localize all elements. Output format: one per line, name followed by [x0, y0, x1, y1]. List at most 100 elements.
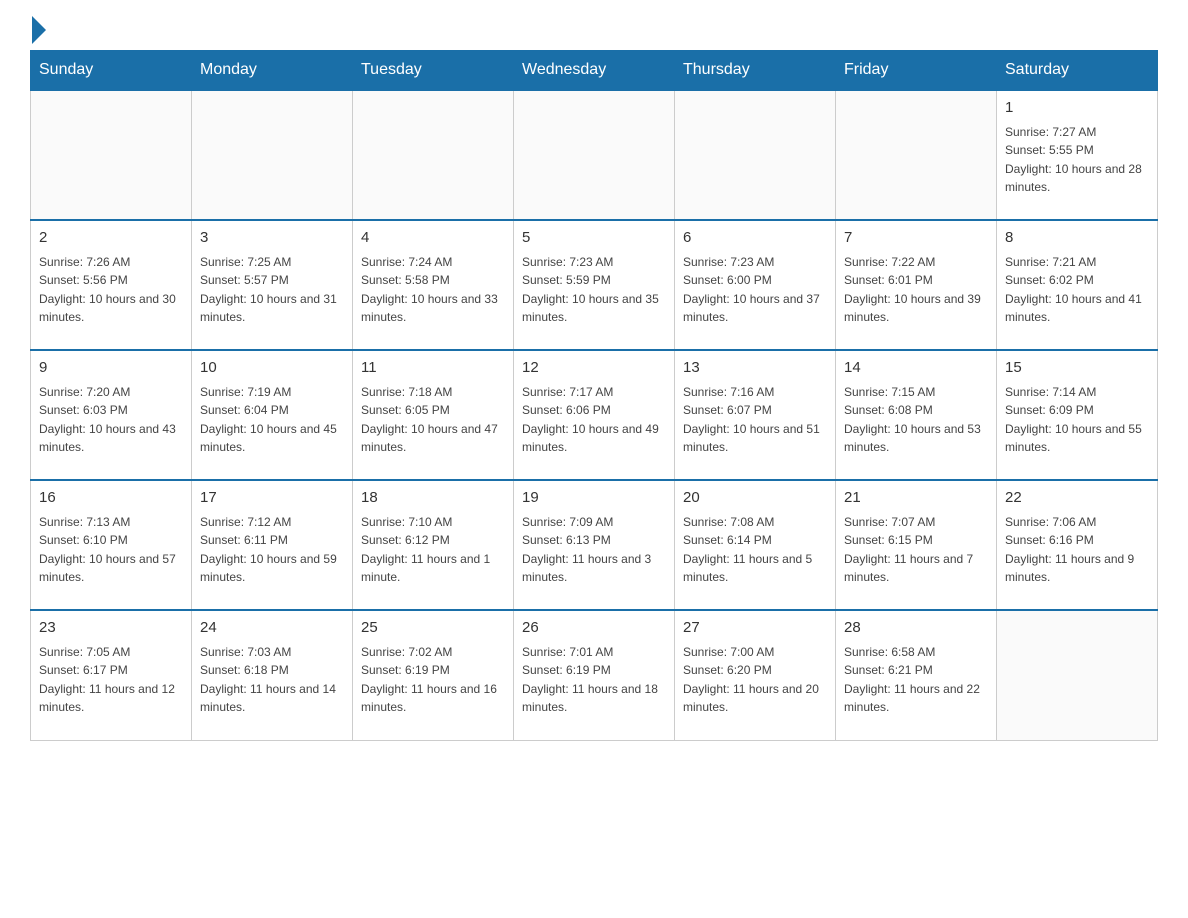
day-info: Sunrise: 7:13 AM Sunset: 6:10 PM Dayligh…: [39, 513, 183, 587]
calendar-cell: 22 Sunrise: 7:06 AM Sunset: 6:16 PM Dayli…: [997, 480, 1158, 610]
day-number: 11: [361, 357, 505, 380]
day-number: 22: [1005, 487, 1149, 510]
day-number: 28: [844, 617, 988, 640]
day-info: Sunrise: 7:20 AM Sunset: 6:03 PM Dayligh…: [39, 383, 183, 457]
day-info: Sunrise: 7:23 AM Sunset: 6:00 PM Dayligh…: [683, 253, 827, 327]
calendar-cell: 27 Sunrise: 7:00 AM Sunset: 6:20 PM Dayli…: [675, 610, 836, 740]
calendar-cell: [31, 90, 192, 220]
calendar-cell: 23 Sunrise: 7:05 AM Sunset: 6:17 PM Dayli…: [31, 610, 192, 740]
day-number: 13: [683, 357, 827, 380]
calendar-week-3: 9 Sunrise: 7:20 AM Sunset: 6:03 PM Daylig…: [31, 350, 1158, 480]
day-info: Sunrise: 7:07 AM Sunset: 6:15 PM Dayligh…: [844, 513, 988, 587]
day-info: Sunrise: 7:17 AM Sunset: 6:06 PM Dayligh…: [522, 383, 666, 457]
calendar-cell: [353, 90, 514, 220]
day-number: 20: [683, 487, 827, 510]
calendar-cell: 6 Sunrise: 7:23 AM Sunset: 6:00 PM Daylig…: [675, 220, 836, 350]
calendar-week-1: 1 Sunrise: 7:27 AM Sunset: 5:55 PM Daylig…: [31, 90, 1158, 220]
day-number: 9: [39, 357, 183, 380]
day-info: Sunrise: 7:21 AM Sunset: 6:02 PM Dayligh…: [1005, 253, 1149, 327]
calendar-week-2: 2 Sunrise: 7:26 AM Sunset: 5:56 PM Daylig…: [31, 220, 1158, 350]
header-monday: Monday: [192, 51, 353, 91]
header-tuesday: Tuesday: [353, 51, 514, 91]
day-number: 3: [200, 227, 344, 250]
day-number: 17: [200, 487, 344, 510]
calendar-cell: 28 Sunrise: 6:58 AM Sunset: 6:21 PM Dayli…: [836, 610, 997, 740]
day-info: Sunrise: 7:02 AM Sunset: 6:19 PM Dayligh…: [361, 643, 505, 717]
day-info: Sunrise: 7:05 AM Sunset: 6:17 PM Dayligh…: [39, 643, 183, 717]
calendar-cell: 15 Sunrise: 7:14 AM Sunset: 6:09 PM Dayli…: [997, 350, 1158, 480]
day-number: 14: [844, 357, 988, 380]
day-number: 5: [522, 227, 666, 250]
calendar-cell: 25 Sunrise: 7:02 AM Sunset: 6:19 PM Dayli…: [353, 610, 514, 740]
day-info: Sunrise: 6:58 AM Sunset: 6:21 PM Dayligh…: [844, 643, 988, 717]
calendar-cell: 3Sunrise: 7:25 AM Sunset: 5:57 PM Daylig…: [192, 220, 353, 350]
day-number: 25: [361, 617, 505, 640]
day-info: Sunrise: 7:24 AM Sunset: 5:58 PM Dayligh…: [361, 253, 505, 327]
day-number: 26: [522, 617, 666, 640]
day-info: Sunrise: 7:23 AM Sunset: 5:59 PM Dayligh…: [522, 253, 666, 327]
day-info: Sunrise: 7:06 AM Sunset: 6:16 PM Dayligh…: [1005, 513, 1149, 587]
day-number: 23: [39, 617, 183, 640]
day-info: Sunrise: 7:22 AM Sunset: 6:01 PM Dayligh…: [844, 253, 988, 327]
day-info: Sunrise: 7:08 AM Sunset: 6:14 PM Dayligh…: [683, 513, 827, 587]
calendar-cell: 7 Sunrise: 7:22 AM Sunset: 6:01 PM Daylig…: [836, 220, 997, 350]
calendar-cell: 1 Sunrise: 7:27 AM Sunset: 5:55 PM Daylig…: [997, 90, 1158, 220]
calendar-cell: [836, 90, 997, 220]
header-thursday: Thursday: [675, 51, 836, 91]
calendar-cell: 17 Sunrise: 7:12 AM Sunset: 6:11 PM Dayli…: [192, 480, 353, 610]
calendar-table: SundayMondayTuesdayWednesdayThursdayFrid…: [30, 50, 1158, 741]
calendar-cell: 4 Sunrise: 7:24 AM Sunset: 5:58 PM Daylig…: [353, 220, 514, 350]
day-info: Sunrise: 7:01 AM Sunset: 6:19 PM Dayligh…: [522, 643, 666, 717]
calendar-cell: 8Sunrise: 7:21 AM Sunset: 6:02 PM Daylig…: [997, 220, 1158, 350]
page-header: [30, 20, 1158, 40]
day-info: Sunrise: 7:27 AM Sunset: 5:55 PM Dayligh…: [1005, 123, 1149, 197]
calendar-cell: 14 Sunrise: 7:15 AM Sunset: 6:08 PM Dayli…: [836, 350, 997, 480]
day-number: 1: [1005, 97, 1149, 120]
calendar-cell: [514, 90, 675, 220]
calendar-week-5: 23 Sunrise: 7:05 AM Sunset: 6:17 PM Dayli…: [31, 610, 1158, 740]
day-info: Sunrise: 7:10 AM Sunset: 6:12 PM Dayligh…: [361, 513, 505, 587]
day-number: 6: [683, 227, 827, 250]
logo-arrow-icon: [32, 16, 46, 44]
day-info: Sunrise: 7:00 AM Sunset: 6:20 PM Dayligh…: [683, 643, 827, 717]
logo: [30, 20, 46, 40]
header-saturday: Saturday: [997, 51, 1158, 91]
day-number: 2: [39, 227, 183, 250]
calendar-cell: 24 Sunrise: 7:03 AM Sunset: 6:18 PM Dayli…: [192, 610, 353, 740]
header-wednesday: Wednesday: [514, 51, 675, 91]
calendar-cell: 2 Sunrise: 7:26 AM Sunset: 5:56 PM Daylig…: [31, 220, 192, 350]
calendar-cell: 11 Sunrise: 7:18 AM Sunset: 6:05 PM Dayli…: [353, 350, 514, 480]
day-number: 7: [844, 227, 988, 250]
day-number: 19: [522, 487, 666, 510]
calendar-cell: 9 Sunrise: 7:20 AM Sunset: 6:03 PM Daylig…: [31, 350, 192, 480]
day-number: 24: [200, 617, 344, 640]
calendar-cell: 26 Sunrise: 7:01 AM Sunset: 6:19 PM Dayli…: [514, 610, 675, 740]
day-info: Sunrise: 7:03 AM Sunset: 6:18 PM Dayligh…: [200, 643, 344, 717]
day-info: Sunrise: 7:18 AM Sunset: 6:05 PM Dayligh…: [361, 383, 505, 457]
day-number: 12: [522, 357, 666, 380]
day-number: 16: [39, 487, 183, 510]
calendar-cell: 19 Sunrise: 7:09 AM Sunset: 6:13 PM Dayli…: [514, 480, 675, 610]
day-info: Sunrise: 7:19 AM Sunset: 6:04 PM Dayligh…: [200, 383, 344, 457]
day-number: 27: [683, 617, 827, 640]
calendar-cell: 18 Sunrise: 7:10 AM Sunset: 6:12 PM Dayli…: [353, 480, 514, 610]
calendar-week-4: 16 Sunrise: 7:13 AM Sunset: 6:10 PM Dayli…: [31, 480, 1158, 610]
day-number: 4: [361, 227, 505, 250]
day-info: Sunrise: 7:14 AM Sunset: 6:09 PM Dayligh…: [1005, 383, 1149, 457]
calendar-cell: 21Sunrise: 7:07 AM Sunset: 6:15 PM Dayli…: [836, 480, 997, 610]
calendar-header-row: SundayMondayTuesdayWednesdayThursdayFrid…: [31, 51, 1158, 91]
calendar-cell: 13Sunrise: 7:16 AM Sunset: 6:07 PM Dayli…: [675, 350, 836, 480]
day-info: Sunrise: 7:12 AM Sunset: 6:11 PM Dayligh…: [200, 513, 344, 587]
calendar-cell: 5 Sunrise: 7:23 AM Sunset: 5:59 PM Daylig…: [514, 220, 675, 350]
calendar-cell: 16 Sunrise: 7:13 AM Sunset: 6:10 PM Dayli…: [31, 480, 192, 610]
day-info: Sunrise: 7:09 AM Sunset: 6:13 PM Dayligh…: [522, 513, 666, 587]
day-number: 18: [361, 487, 505, 510]
day-number: 15: [1005, 357, 1149, 380]
calendar-cell: 10Sunrise: 7:19 AM Sunset: 6:04 PM Dayli…: [192, 350, 353, 480]
day-info: Sunrise: 7:26 AM Sunset: 5:56 PM Dayligh…: [39, 253, 183, 327]
calendar-cell: [997, 610, 1158, 740]
header-sunday: Sunday: [31, 51, 192, 91]
header-friday: Friday: [836, 51, 997, 91]
day-info: Sunrise: 7:15 AM Sunset: 6:08 PM Dayligh…: [844, 383, 988, 457]
calendar-cell: 12 Sunrise: 7:17 AM Sunset: 6:06 PM Dayli…: [514, 350, 675, 480]
